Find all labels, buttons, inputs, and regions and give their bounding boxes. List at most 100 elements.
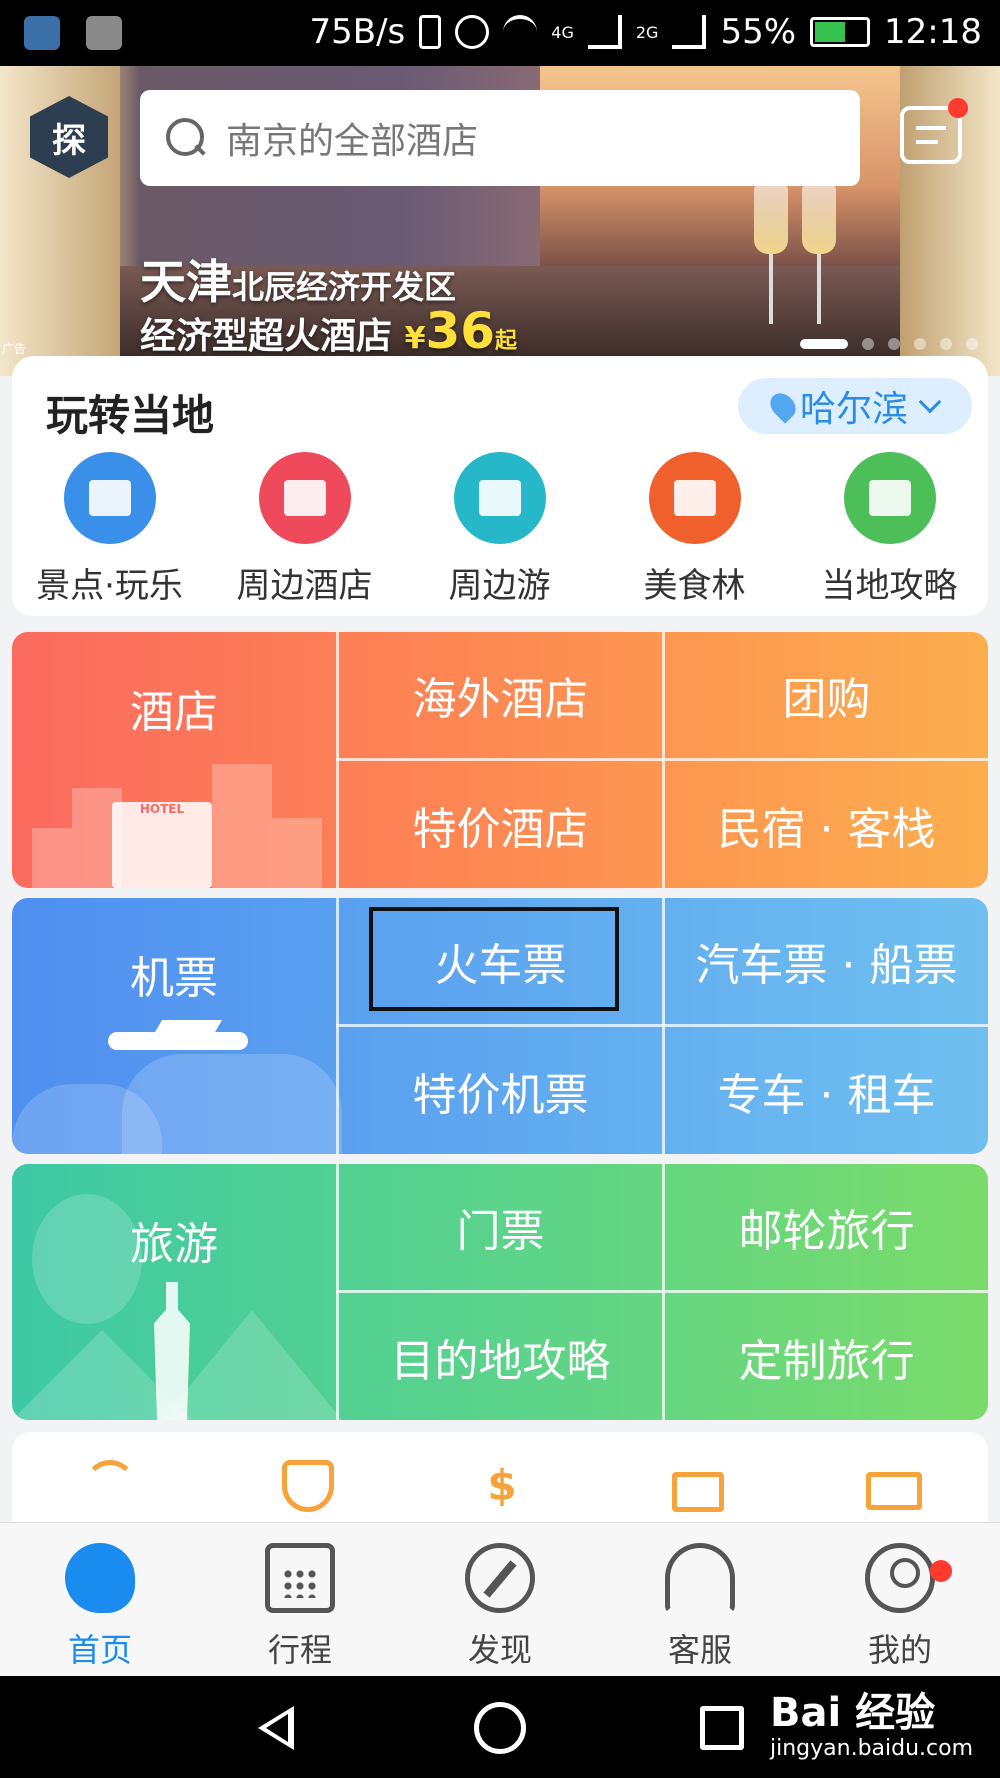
- search-placeholder: 南京的全部酒店: [226, 121, 479, 162]
- tab-label: 客服: [667, 1631, 732, 1669]
- flight-label: 机票: [130, 953, 218, 1004]
- currency-exchange-icon[interactable]: $: [476, 1460, 528, 1512]
- tab-label: 首页: [67, 1631, 132, 1669]
- carousel-dot[interactable]: [862, 338, 874, 350]
- recent-apps-icon[interactable]: [700, 1706, 744, 1750]
- ad-tag: 广告: [2, 342, 27, 356]
- wifi-icon[interactable]: [84, 1460, 136, 1512]
- local-item-food[interactable]: 美食林: [597, 452, 792, 607]
- alarm-icon: [455, 15, 490, 49]
- carousel-dot[interactable]: [914, 338, 926, 350]
- discount-flight-button[interactable]: 特价机票: [339, 1027, 662, 1154]
- city-name: 哈尔滨: [799, 389, 908, 430]
- back-icon[interactable]: [258, 1706, 294, 1750]
- champagne-glass-icon: [754, 184, 788, 324]
- map-pin-icon: [843, 452, 936, 544]
- network-4g: 4G: [551, 22, 574, 42]
- local-item-guides[interactable]: 当地攻略: [792, 452, 987, 607]
- status-bar: 75B/s 4G 2G 55% 12:18: [0, 0, 1000, 66]
- carousel-dot[interactable]: [800, 339, 848, 349]
- travel-button[interactable]: 旅游: [12, 1164, 342, 1420]
- group-buy-button[interactable]: 团购: [665, 632, 988, 758]
- banner-area: 北辰经济开发区: [232, 268, 457, 306]
- net-speed: 75B/s: [309, 12, 406, 52]
- tab-label: 发现: [467, 1631, 532, 1669]
- champagne-glass-icon: [802, 184, 836, 324]
- travel-grid: 旅游 门票 邮轮旅行 目的地攻略 定制旅行: [12, 1164, 988, 1420]
- carousel-dot[interactable]: [966, 338, 978, 350]
- banner-promo-line2: 经济型超火酒店 ¥36起: [140, 302, 517, 360]
- tab-itinerary[interactable]: 行程: [200, 1523, 400, 1676]
- banner-price-suffix: 起: [495, 329, 518, 354]
- overseas-hotel-button[interactable]: 海外酒店: [339, 632, 662, 758]
- tab-service[interactable]: 客服: [600, 1523, 800, 1676]
- banner-city: 天津: [140, 255, 232, 309]
- network-2g: 2G: [635, 22, 659, 42]
- signal-icon: [672, 15, 707, 49]
- travel-label: 旅游: [130, 1219, 218, 1270]
- car-rental-button[interactable]: 专车 · 租车: [665, 1027, 988, 1154]
- location-pin-icon: [765, 388, 801, 424]
- vibrate-icon: [419, 15, 442, 49]
- dolphin-badge-icon: [648, 452, 741, 544]
- destination-guide-button[interactable]: 目的地攻略: [339, 1293, 662, 1420]
- health-app-icon: [24, 16, 60, 50]
- carousel-dot[interactable]: [888, 338, 900, 350]
- calendar-icon: [265, 1543, 335, 1613]
- local-section: 玩转当地 哈尔滨 景点·玩乐 周边酒店 周边游 美食林 当地攻略: [12, 356, 988, 616]
- selection-highlight: [369, 907, 619, 1011]
- message-badge: [948, 98, 968, 118]
- attraction-ticket-button[interactable]: 门票: [339, 1164, 662, 1290]
- tab-mine[interactable]: 我的: [800, 1523, 1000, 1676]
- tab-discover[interactable]: 发现: [400, 1523, 600, 1676]
- city-selector[interactable]: 哈尔滨: [738, 378, 972, 434]
- carousel-dot[interactable]: [940, 338, 952, 350]
- local-title: 玩转当地: [46, 391, 215, 440]
- banner-headline: 经济型超火酒店: [140, 316, 393, 357]
- search-bar[interactable]: 南京的全部酒店: [140, 90, 860, 186]
- homestay-inn-button[interactable]: 民宿 · 客栈: [665, 761, 988, 888]
- local-item-sights[interactable]: 景点·玩乐: [12, 452, 207, 607]
- notification-badge: [930, 1560, 952, 1582]
- carousel-dots[interactable]: [800, 338, 978, 350]
- chevron-down-icon: [918, 390, 942, 414]
- airplane-icon: [108, 1018, 248, 1058]
- user-icon: [865, 1543, 935, 1613]
- tab-label: 我的: [867, 1631, 932, 1669]
- bus-ferry-ticket-button[interactable]: 汽车票 · 船票: [665, 898, 988, 1024]
- local-item-label: 当地攻略: [821, 566, 958, 606]
- search-icon: [166, 118, 206, 158]
- tab-label: 行程: [267, 1631, 332, 1669]
- local-item-label: 美食林: [643, 566, 746, 606]
- home-dolphin-icon: [65, 1543, 135, 1613]
- home-circle-icon[interactable]: [474, 1702, 526, 1754]
- hotel-sign: HOTEL: [112, 802, 212, 888]
- tab-home[interactable]: 首页: [0, 1523, 200, 1676]
- hotel-building-icon: [258, 452, 351, 544]
- hotel-button[interactable]: 酒店 HOTEL: [12, 632, 336, 888]
- compass-icon: [465, 1543, 535, 1613]
- local-item-label: 景点·玩乐: [36, 566, 183, 606]
- battery-percent: 55%: [720, 12, 797, 52]
- ticket-icon[interactable]: [866, 1472, 922, 1510]
- shield-icon[interactable]: [282, 1460, 334, 1512]
- banner-currency: ¥: [404, 321, 426, 356]
- custom-travel-button[interactable]: 定制旅行: [665, 1293, 988, 1420]
- local-item-nearby-hotels[interactable]: 周边酒店: [207, 452, 402, 607]
- cruise-button[interactable]: 邮轮旅行: [665, 1164, 988, 1290]
- shopping-bag-icon[interactable]: [672, 1472, 724, 1512]
- hotel-label: 酒店: [130, 687, 218, 738]
- watermark-url: jingyan.baidu.com: [770, 1736, 974, 1761]
- watermark-brand: Bai 经验: [770, 1690, 936, 1736]
- local-item-nearby-tours[interactable]: 周边游: [402, 452, 597, 607]
- flight-button[interactable]: 机票: [12, 898, 342, 1154]
- local-item-label: 周边酒店: [236, 566, 373, 606]
- wifi-icon: [503, 15, 538, 49]
- discount-hotel-button[interactable]: 特价酒店: [339, 761, 662, 888]
- clock: 12:18: [884, 12, 982, 52]
- services-strip: $: [12, 1432, 988, 1522]
- signal-icon: [587, 15, 622, 49]
- mountain-icon: [453, 452, 546, 544]
- hotel-illustration: HOTEL: [32, 752, 322, 888]
- battery-icon: [810, 17, 871, 47]
